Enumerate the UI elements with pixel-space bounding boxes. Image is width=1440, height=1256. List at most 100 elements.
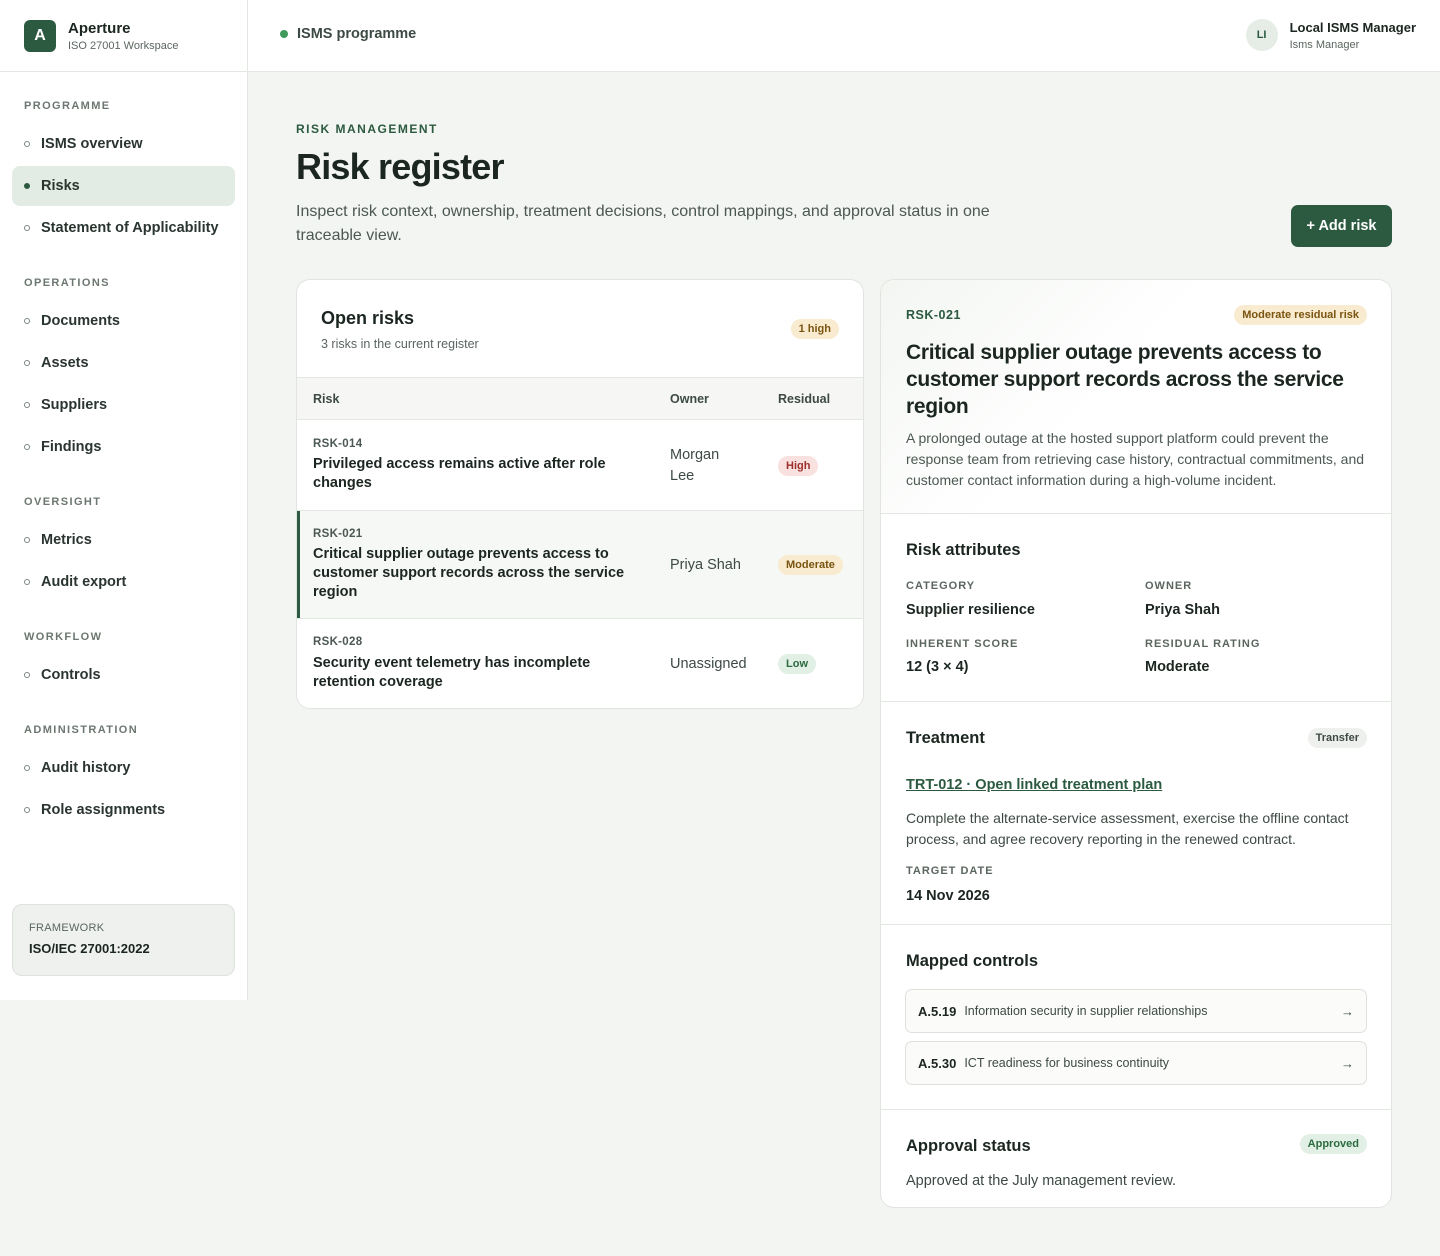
risk-title: Privileged access remains active after r… xyxy=(313,456,606,491)
framework-label: FRAMEWORK xyxy=(29,922,105,934)
bullet-icon xyxy=(24,444,30,450)
table-row[interactable]: RSK-014 Privileged access remains active… xyxy=(297,420,863,511)
mapped-controls-title: Mapped controls xyxy=(906,952,1039,970)
framework-card: FRAMEWORK ISO/IEC 27001:2022 xyxy=(12,904,235,976)
table-row[interactable]: RSK-028 Security event telemetry has inc… xyxy=(297,619,863,707)
risk-attributes-section: Risk attributes CATEGORY Supplier resili… xyxy=(881,514,1391,702)
programme-indicator: ISMS programme xyxy=(280,26,416,42)
control-code: A.5.30 xyxy=(918,1055,957,1071)
risk-detail-summary: RSK-021 Moderate residual risk Critical … xyxy=(881,280,1391,514)
user-name: Local ISMS Manager xyxy=(1289,19,1416,35)
nav-section-workflow: WORKFLOW xyxy=(24,631,103,643)
bullet-icon xyxy=(24,225,30,231)
status-dot-icon xyxy=(280,30,288,38)
sidebar-item-risks[interactable]: Risks xyxy=(12,166,235,206)
framework-value: ISO/IEC 27001:2022 xyxy=(29,941,150,956)
detail-risk-description: A prolonged outage at the hosted support… xyxy=(906,430,1365,488)
bullet-icon xyxy=(24,141,30,147)
owner-label: OWNER xyxy=(1145,580,1193,592)
risk-owner: Priya Shah xyxy=(670,557,741,573)
treatment-description: Complete the alternate-service assessmen… xyxy=(906,810,1349,847)
programme-name: ISMS programme xyxy=(297,26,417,42)
risk-attributes-title: Risk attributes xyxy=(906,541,1021,559)
page-eyebrow: RISK MANAGEMENT xyxy=(296,122,438,136)
brand-subtitle: ISO 27001 Workspace xyxy=(68,39,179,52)
open-risks-title: Open risks xyxy=(321,308,415,328)
open-risks-header: Open risks 3 risks in the current regist… xyxy=(297,280,863,378)
risk-detail-card: RSK-021 Moderate residual risk Critical … xyxy=(880,279,1392,1208)
user-menu[interactable]: LI Local ISMS Manager Isms Manager xyxy=(1245,19,1416,51)
target-date-label: TARGET DATE xyxy=(906,865,994,877)
sidebar-item-isms-overview[interactable]: ISMS overview xyxy=(12,124,235,164)
residual-risk-badge: Moderate residual risk xyxy=(1234,305,1367,325)
add-risk-button[interactable]: + Add risk xyxy=(1291,205,1392,247)
column-header-risk[interactable]: Risk xyxy=(313,392,339,406)
residual-rating-label: RESIDUAL RATING xyxy=(1145,638,1261,650)
sidebar-item-audit-export[interactable]: Audit export xyxy=(12,562,235,602)
column-header-residual[interactable]: Residual xyxy=(778,392,830,406)
sidebar-item-suppliers[interactable]: Suppliers xyxy=(12,385,235,425)
treatment-plan-link[interactable]: TRT-012 · Open linked treatment plan xyxy=(906,777,1162,793)
control-name: ICT readiness for business continuity xyxy=(964,1056,1170,1070)
bullet-icon xyxy=(24,579,30,585)
sidebar-item-assets[interactable]: Assets xyxy=(12,343,235,383)
bullet-icon xyxy=(24,360,30,366)
sidebar-item-role-assignments[interactable]: Role assignments xyxy=(12,790,235,830)
brand-name: Aperture xyxy=(68,19,131,37)
sidebar: A Aperture ISO 27001 Workspace PROGRAMME… xyxy=(0,0,248,1000)
nav-section-programme: PROGRAMME xyxy=(24,100,111,112)
treatment-type-badge: Transfer xyxy=(1307,728,1367,748)
residual-badge: High xyxy=(778,456,819,476)
inherent-score-value: 12 (3 × 4) xyxy=(906,659,969,675)
nav-section-administration: ADMINISTRATION xyxy=(24,724,139,736)
control-name: Information security in supplier relatio… xyxy=(964,1004,1208,1018)
bullet-icon xyxy=(24,537,30,543)
sidebar-item-findings[interactable]: Findings xyxy=(12,427,235,467)
residual-badge: Low xyxy=(778,654,816,674)
sidebar-item-statement-of-applicability[interactable]: Statement of Applicability xyxy=(12,208,235,248)
user-role: Isms Manager xyxy=(1289,38,1360,51)
bullet-icon xyxy=(24,183,30,189)
control-code: A.5.19 xyxy=(918,1003,957,1019)
table-header: Risk Owner Residual xyxy=(297,378,863,420)
control-item-a519[interactable]: A.5.19 Information security in supplier … xyxy=(905,989,1367,1033)
bullet-icon xyxy=(24,765,30,771)
arrow-right-icon: → xyxy=(1341,1003,1354,1019)
risk-id: RSK-021 xyxy=(313,528,363,540)
open-risks-card: Open risks 3 risks in the current regist… xyxy=(296,279,864,709)
risk-owner: Unassigned xyxy=(670,656,747,672)
approval-text: Approved at the July management review. xyxy=(906,1173,1177,1189)
owner-value: Priya Shah xyxy=(1145,602,1220,618)
risk-title: Critical supplier outage prevents access… xyxy=(313,546,625,600)
nav-section-oversight: OVERSIGHT xyxy=(24,496,102,508)
approval-title: Approval status xyxy=(906,1137,1031,1155)
sidebar-item-controls[interactable]: Controls xyxy=(12,655,235,695)
residual-rating-value: Moderate xyxy=(1145,659,1210,675)
control-item-a530[interactable]: A.5.30 ICT readiness for business contin… xyxy=(905,1041,1367,1085)
high-count-badge: 1 high xyxy=(790,319,839,339)
target-date-value: 14 Nov 2026 xyxy=(906,888,990,904)
sidebar-item-metrics[interactable]: Metrics xyxy=(12,520,235,560)
inherent-score-label: INHERENT SCORE xyxy=(906,638,1019,650)
bullet-icon xyxy=(24,807,30,813)
brand[interactable]: A Aperture ISO 27001 Workspace xyxy=(0,0,247,72)
bullet-icon xyxy=(24,402,30,408)
nav-section-operations: OPERATIONS xyxy=(24,277,110,289)
risk-id: RSK-028 xyxy=(313,636,363,648)
bullet-icon xyxy=(24,318,30,324)
detail-risk-title: Critical supplier outage prevents access… xyxy=(906,341,1344,418)
category-value: Supplier resilience xyxy=(906,602,1035,618)
page-title: Risk register xyxy=(296,146,505,187)
mapped-controls-section: Mapped controls A.5.19 Information secur… xyxy=(881,925,1391,1110)
treatment-title: Treatment xyxy=(906,729,985,747)
sidebar-item-documents[interactable]: Documents xyxy=(12,301,235,341)
column-header-owner[interactable]: Owner xyxy=(670,392,709,406)
table-row-selected[interactable]: RSK-021 Critical supplier outage prevent… xyxy=(297,511,863,619)
open-risks-subtitle: 3 risks in the current register xyxy=(321,337,479,351)
risk-owner: Morgan Lee xyxy=(670,447,720,484)
risk-title: Security event telemetry has incomplete … xyxy=(313,655,591,690)
arrow-right-icon: → xyxy=(1341,1055,1354,1071)
sidebar-item-audit-history[interactable]: Audit history xyxy=(12,748,235,788)
page-description: Inspect risk context, ownership, treatme… xyxy=(296,203,990,244)
bullet-icon xyxy=(24,672,30,678)
